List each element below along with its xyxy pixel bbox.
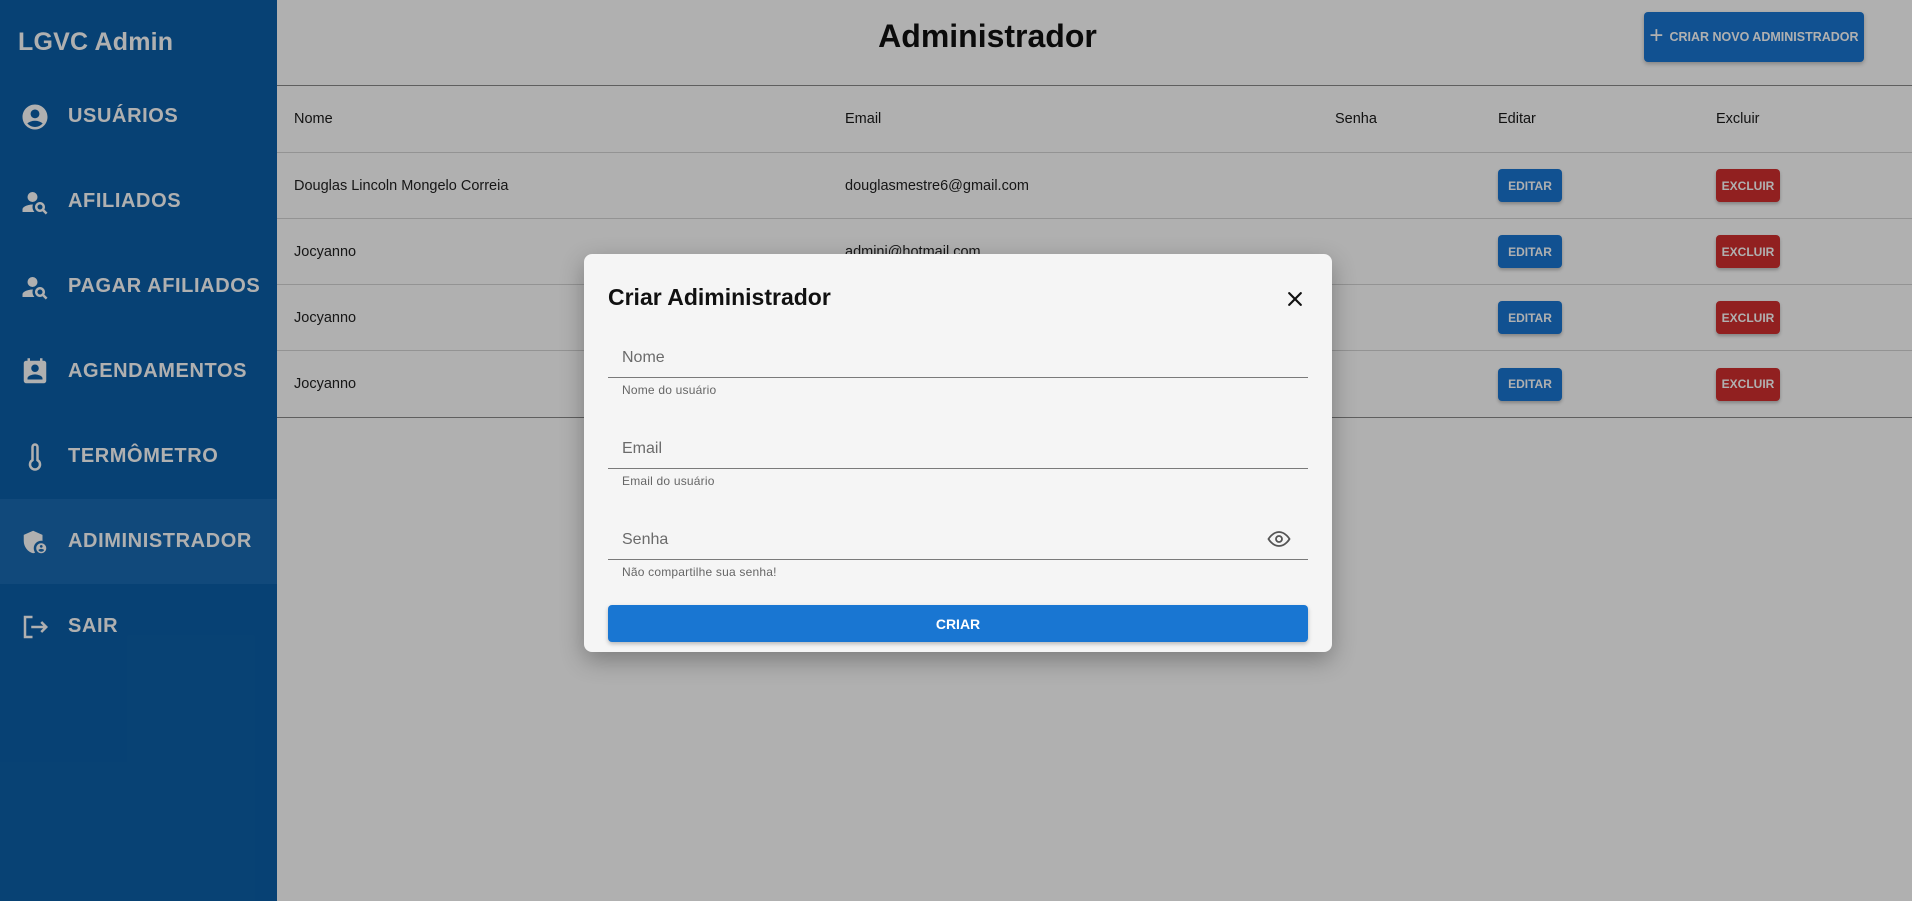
nome-field: Nome do usuário bbox=[608, 338, 1308, 397]
close-icon[interactable] bbox=[1282, 286, 1308, 312]
senha-field: Não compartilhe sua senha! bbox=[608, 520, 1308, 579]
email-input[interactable] bbox=[608, 429, 1308, 469]
email-helper-text: Email do usuário bbox=[622, 474, 715, 488]
email-field: Email do usuário bbox=[608, 429, 1308, 488]
dialog-title: Criar Adiministrador bbox=[608, 284, 831, 310]
eye-icon[interactable] bbox=[1266, 528, 1292, 550]
create-submit-button[interactable]: CRIAR bbox=[608, 605, 1308, 642]
create-admin-dialog: Criar Adiministrador Nome do usuário Ema… bbox=[584, 254, 1332, 652]
nome-helper-text: Nome do usuário bbox=[622, 383, 717, 397]
password-input[interactable] bbox=[608, 520, 1308, 560]
password-helper-text: Não compartilhe sua senha! bbox=[622, 565, 777, 579]
nome-input[interactable] bbox=[608, 338, 1308, 378]
